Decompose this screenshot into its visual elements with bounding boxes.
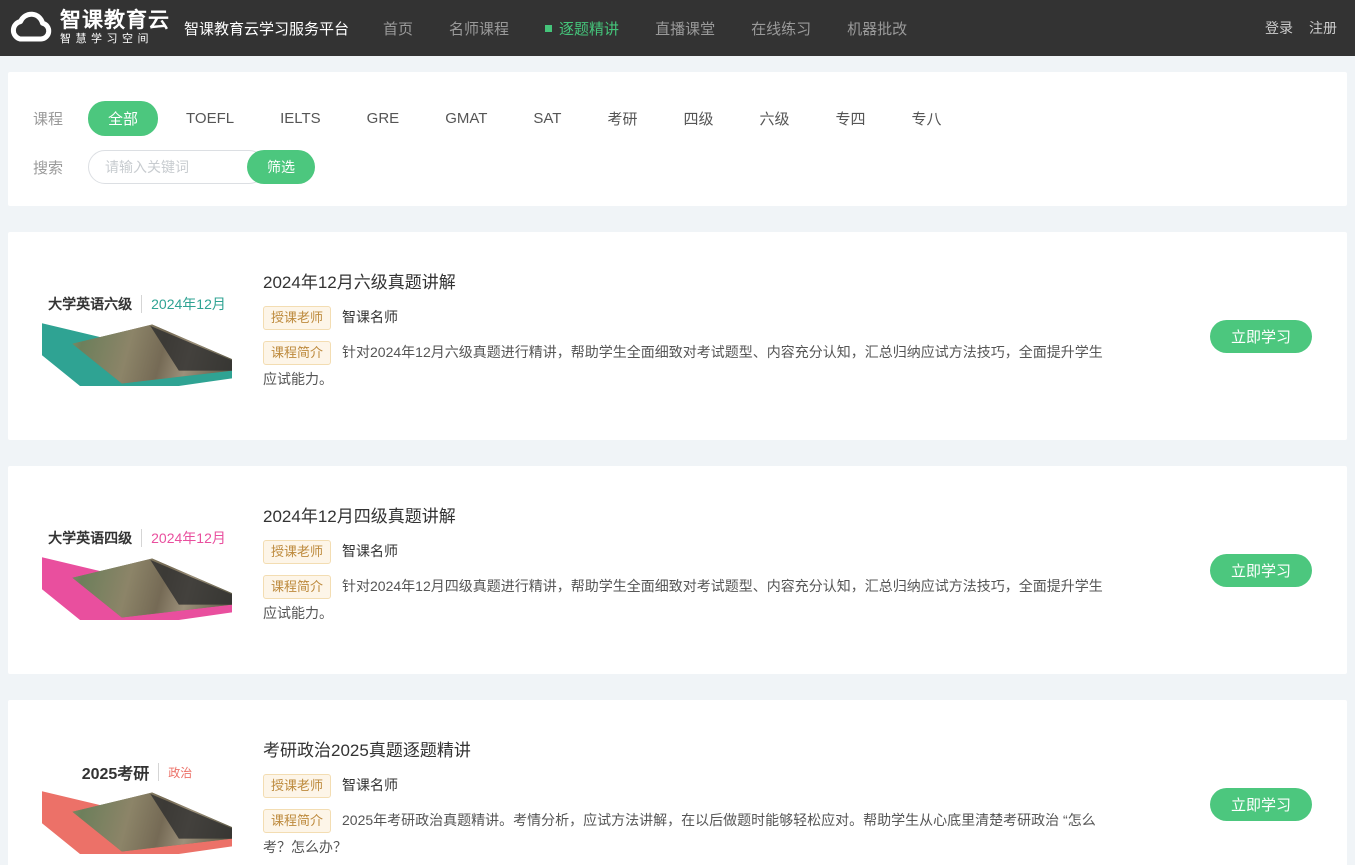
auth-links: 登录 注册 [1265, 18, 1337, 38]
category-sat[interactable]: SAT [533, 110, 561, 127]
brand-logo[interactable]: 智课教育云 智慧学习空间 [8, 8, 170, 48]
category-ielts[interactable]: IELTS [280, 110, 321, 127]
nav-item-machine-grading[interactable]: 机器批改 [829, 18, 925, 39]
brand-subtitle: 智慧学习空间 [60, 32, 170, 46]
teacher-name: 智课名师 [342, 777, 398, 793]
course-thumbnail[interactable]: 2025考研 政治 [42, 754, 232, 854]
category-cet6[interactable]: 六级 [760, 108, 790, 129]
course-title[interactable]: 考研政治2025真题逐题精讲 [263, 736, 1110, 761]
register-link[interactable]: 注册 [1309, 18, 1337, 38]
thumbnail-heading: 2025考研 [82, 760, 150, 784]
category-tem4[interactable]: 专四 [836, 108, 866, 129]
thumbnail-caption: 大学英语六级 2024年12月 [42, 286, 232, 318]
course-thumbnail[interactable]: 大学英语四级 2024年12月 [42, 520, 232, 620]
main-nav: 首页 名师课程 逐题精讲 直播课堂 在线练习 机器批改 [365, 18, 925, 39]
category-cet4[interactable]: 四级 [683, 108, 713, 129]
course-card: 2025考研 政治 考研政治2025真题逐题精讲 授课老师智课名师 课程简介20… [8, 700, 1347, 865]
teacher-tag: 授课老师 [263, 306, 331, 330]
category-all[interactable]: 全部 [88, 101, 158, 136]
top-navbar: 智课教育云 智慧学习空间 智课教育云学习服务平台 首页 名师课程 逐题精讲 直播… [0, 0, 1355, 56]
active-dot-icon [545, 25, 552, 32]
learn-button[interactable]: 立即学习 [1210, 788, 1312, 821]
course-card: 大学英语六级 2024年12月 2024年12月六级真题讲解 授课老师智课名师 … [8, 232, 1347, 440]
intro-row: 课程简介针对2024年12月六级真题进行精讲，帮助学生全面细致对考试题型、内容充… [263, 339, 1110, 393]
filter-panel: 课程 全部 TOEFL IELTS GRE GMAT SAT 考研 四级 六级 … [8, 72, 1347, 206]
thumb-divider [158, 763, 159, 781]
course-thumbnail[interactable]: 大学英语六级 2024年12月 [42, 286, 232, 386]
login-link[interactable]: 登录 [1265, 18, 1293, 38]
thumb-divider [141, 295, 142, 313]
intro-tag: 课程简介 [263, 341, 331, 365]
brand-title: 智课教育云 [60, 10, 170, 32]
course-filter-label: 课程 [33, 108, 88, 129]
category-list: 全部 TOEFL IELTS GRE GMAT SAT 考研 四级 六级 专四 … [88, 101, 942, 136]
nav-item-live-classroom[interactable]: 直播课堂 [637, 18, 733, 39]
search-input[interactable] [88, 150, 266, 184]
thumbnail-subheading: 2024年12月 [151, 294, 226, 314]
course-title[interactable]: 2024年12月四级真题讲解 [263, 502, 1110, 527]
cloud-logo-icon [8, 8, 52, 48]
nav-label: 首页 [383, 18, 413, 39]
intro-tag: 课程简介 [263, 575, 331, 599]
thumbnail-heading: 大学英语四级 [48, 528, 132, 548]
nav-label: 机器批改 [847, 18, 907, 39]
nav-item-online-practice[interactable]: 在线练习 [733, 18, 829, 39]
teacher-row: 授课老师智课名师 [263, 306, 1110, 330]
thumbnail-art [42, 790, 232, 854]
nav-label: 名师课程 [449, 18, 509, 39]
nav-label: 在线练习 [751, 18, 811, 39]
thumbnail-art [42, 556, 232, 620]
category-toefl[interactable]: TOEFL [186, 110, 234, 127]
filter-button[interactable]: 筛选 [247, 150, 315, 184]
teacher-tag: 授课老师 [263, 540, 331, 564]
course-title[interactable]: 2024年12月六级真题讲解 [263, 268, 1110, 293]
learn-button[interactable]: 立即学习 [1210, 554, 1312, 587]
nav-label: 直播课堂 [655, 18, 715, 39]
learn-button[interactable]: 立即学习 [1210, 320, 1312, 353]
nav-label: 逐题精讲 [559, 18, 619, 39]
intro-text: 针对2024年12月四级真题进行精讲，帮助学生全面细致对考试题型、内容充分认知，… [263, 578, 1103, 621]
course-info: 考研政治2025真题逐题精讲 授课老师智课名师 课程简介2025年考研政治真题精… [232, 700, 1210, 865]
nav-item-home[interactable]: 首页 [365, 18, 431, 39]
intro-text: 针对2024年12月六级真题进行精讲，帮助学生全面细致对考试题型、内容充分认知，… [263, 344, 1103, 387]
category-gmat[interactable]: GMAT [445, 110, 487, 127]
thumbnail-art [42, 322, 232, 386]
intro-tag: 课程简介 [263, 809, 331, 833]
search-label: 搜索 [33, 157, 88, 178]
intro-text: 2025年考研政治真题精讲。考情分析，应试方法讲解，在以后做题时能够轻松应对。帮… [263, 812, 1096, 855]
thumb-divider [141, 529, 142, 547]
course-card: 大学英语四级 2024年12月 2024年12月四级真题讲解 授课老师智课名师 … [8, 466, 1347, 674]
thumbnail-subheading: 2024年12月 [151, 528, 226, 548]
search-box: 筛选 [88, 150, 315, 184]
category-gre[interactable]: GRE [367, 110, 400, 127]
thumbnail-caption: 大学英语四级 2024年12月 [42, 520, 232, 552]
category-filter-row: 课程 全部 TOEFL IELTS GRE GMAT SAT 考研 四级 六级 … [33, 101, 1322, 136]
teacher-name: 智课名师 [342, 543, 398, 559]
course-info: 2024年12月六级真题讲解 授课老师智课名师 课程简介针对2024年12月六级… [232, 232, 1210, 440]
thumbnail-heading: 大学英语六级 [48, 294, 132, 314]
teacher-name: 智课名师 [342, 309, 398, 325]
category-kaoyan[interactable]: 考研 [607, 108, 637, 129]
teacher-tag: 授课老师 [263, 774, 331, 798]
intro-row: 课程简介针对2024年12月四级真题进行精讲，帮助学生全面细致对考试题型、内容充… [263, 573, 1110, 627]
intro-row: 课程简介2025年考研政治真题精讲。考情分析，应试方法讲解，在以后做题时能够轻松… [263, 807, 1110, 861]
teacher-row: 授课老师智课名师 [263, 540, 1110, 564]
platform-title: 智课教育云学习服务平台 [184, 18, 349, 39]
nav-item-question-lectures[interactable]: 逐题精讲 [527, 18, 637, 39]
category-tem8[interactable]: 专八 [912, 108, 942, 129]
thumbnail-caption: 2025考研 政治 [42, 754, 232, 786]
teacher-row: 授课老师智课名师 [263, 774, 1110, 798]
course-info: 2024年12月四级真题讲解 授课老师智课名师 课程简介针对2024年12月四级… [232, 466, 1210, 674]
nav-item-teacher-courses[interactable]: 名师课程 [431, 18, 527, 39]
search-row: 搜索 筛选 [33, 150, 1322, 184]
thumbnail-subheading: 政治 [168, 764, 192, 781]
